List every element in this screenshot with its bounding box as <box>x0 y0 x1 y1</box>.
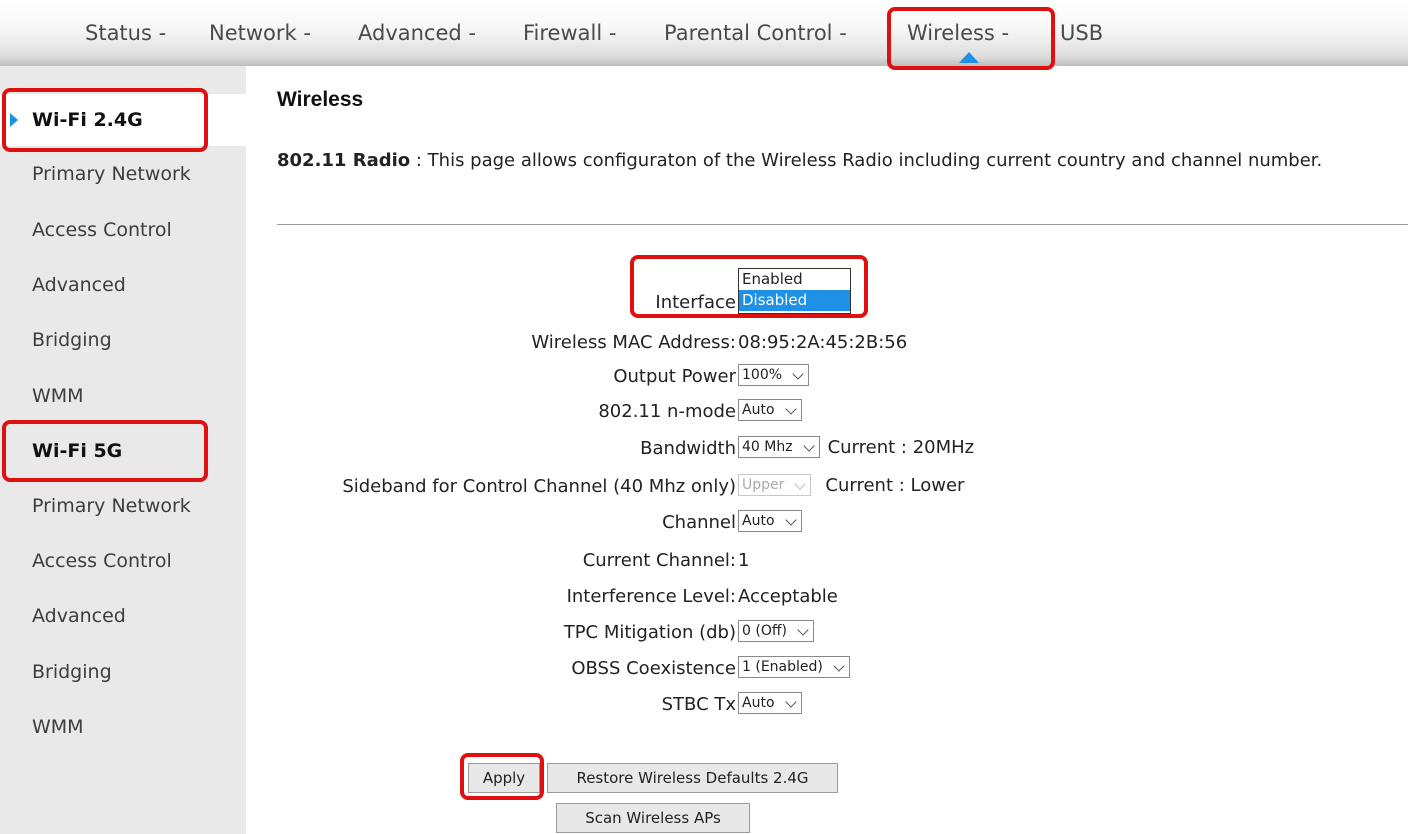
tpc-select[interactable]: 0 (Off) <box>738 620 814 642</box>
sidebar-item-primary-network-24g[interactable]: Primary Network <box>0 157 246 191</box>
sidebar-item-access-control-24g[interactable]: Access Control <box>0 213 246 247</box>
n-mode-row: 802.11 n-mode Auto <box>0 399 1408 425</box>
mac-row: Wireless MAC Address: 08:95:2A:45:2B:56 <box>0 330 1408 356</box>
tpc-row: TPC Mitigation (db) 0 (Off) <box>0 620 1408 646</box>
interface-option-disabled[interactable]: Disabled <box>739 290 850 311</box>
output-power-label: Output Power <box>613 366 736 387</box>
channel-value: Auto <box>742 513 775 529</box>
current-channel-value: 1 <box>738 550 750 571</box>
output-power-select[interactable]: 100% <box>738 364 810 386</box>
interface-listbox[interactable]: Enabled Disabled <box>738 268 851 314</box>
bandwidth-current: Current : 20MHz <box>827 436 975 458</box>
channel-label: Channel <box>662 512 736 533</box>
sideband-label: Sideband for Control Channel (40 Mhz onl… <box>342 476 736 497</box>
sideband-current: Current : Lower <box>825 474 965 496</box>
obss-label: OBSS Coexistence <box>571 658 736 679</box>
description-heading: 802.11 Radio <box>277 150 411 171</box>
nav-advanced[interactable]: Advanced - <box>358 21 476 45</box>
stbc-row: STBC Tx Auto <box>0 692 1408 718</box>
bandwidth-value: 40 Mhz <box>742 439 793 455</box>
restore-defaults-button[interactable]: Restore Wireless Defaults 2.4G <box>547 763 838 793</box>
obss-row: OBSS Coexistence 1 (Enabled) <box>0 656 1408 682</box>
divider <box>277 224 1408 225</box>
page-title: Wireless <box>277 88 364 111</box>
top-navigation: Status - Network - Advanced - Firewall -… <box>0 0 1408 66</box>
current-channel-row: Current Channel: 1 <box>0 548 1408 574</box>
nav-usb[interactable]: USB <box>1060 21 1103 45</box>
chevron-down-icon <box>802 440 815 452</box>
nav-status[interactable]: Status - <box>85 21 166 45</box>
chevron-down-icon <box>784 403 797 415</box>
bandwidth-select[interactable]: 40 Mhz <box>738 436 820 458</box>
nav-wireless[interactable]: Wireless - <box>907 21 1009 45</box>
interface-option-enabled[interactable]: Enabled <box>739 269 850 290</box>
chevron-down-icon <box>784 514 797 526</box>
active-tab-indicator-icon <box>959 52 979 63</box>
output-power-value: 100% <box>742 367 783 383</box>
tpc-value: 0 (Off) <box>742 623 787 639</box>
channel-select[interactable]: Auto <box>738 510 802 532</box>
stbc-value: Auto <box>742 695 775 711</box>
caret-right-icon <box>10 113 18 127</box>
sidebar-item-label: Wi-Fi 2.4G <box>32 109 143 131</box>
channel-row: Channel Auto <box>0 510 1408 536</box>
chevron-down-icon <box>794 478 807 490</box>
interface-label: Interface <box>655 292 736 313</box>
output-power-row: Output Power 100% <box>0 364 1408 390</box>
nav-firewall[interactable]: Firewall - <box>523 21 616 45</box>
n-mode-select[interactable]: Auto <box>738 399 802 421</box>
sideband-select: Upper <box>738 474 812 496</box>
n-mode-value: Auto <box>742 402 775 418</box>
nav-parental-control[interactable]: Parental Control - <box>664 21 847 45</box>
current-channel-label: Current Channel: <box>582 550 736 571</box>
bandwidth-row: Bandwidth 40 Mhz Current : 20MHz <box>0 436 1408 462</box>
description-text: : This page allows configuraton of the W… <box>410 150 1323 171</box>
sideband-row: Sideband for Control Channel (40 Mhz onl… <box>0 474 1408 500</box>
interference-row: Interference Level: Acceptable <box>0 584 1408 610</box>
n-mode-label: 802.11 n-mode <box>598 401 736 422</box>
sideband-value: Upper <box>742 477 785 493</box>
mac-label: Wireless MAC Address: <box>531 332 736 353</box>
chevron-down-icon <box>797 624 809 636</box>
interference-value: Acceptable <box>738 586 838 607</box>
obss-select[interactable]: 1 (Enabled) <box>738 656 850 678</box>
nav-network[interactable]: Network - <box>209 21 311 45</box>
chevron-down-icon <box>784 696 797 708</box>
mac-value: 08:95:2A:45:2B:56 <box>738 332 908 353</box>
interface-row: Interface <box>0 290 1408 316</box>
stbc-label: STBC Tx <box>661 694 736 715</box>
chevron-down-icon <box>792 368 804 380</box>
sidebar-section-wifi-24g[interactable]: Wi-Fi 2.4G <box>0 94 246 146</box>
bandwidth-label: Bandwidth <box>640 438 736 459</box>
scan-wireless-aps-button[interactable]: Scan Wireless APs <box>556 803 750 833</box>
tpc-label: TPC Mitigation (db) <box>563 622 736 643</box>
stbc-select[interactable]: Auto <box>738 692 802 714</box>
page-description: 802.11 Radio : This page allows configur… <box>277 146 1397 176</box>
obss-value: 1 (Enabled) <box>742 659 823 675</box>
apply-button[interactable]: Apply <box>468 763 540 793</box>
interference-label: Interference Level: <box>566 586 736 607</box>
chevron-down-icon <box>833 660 845 672</box>
